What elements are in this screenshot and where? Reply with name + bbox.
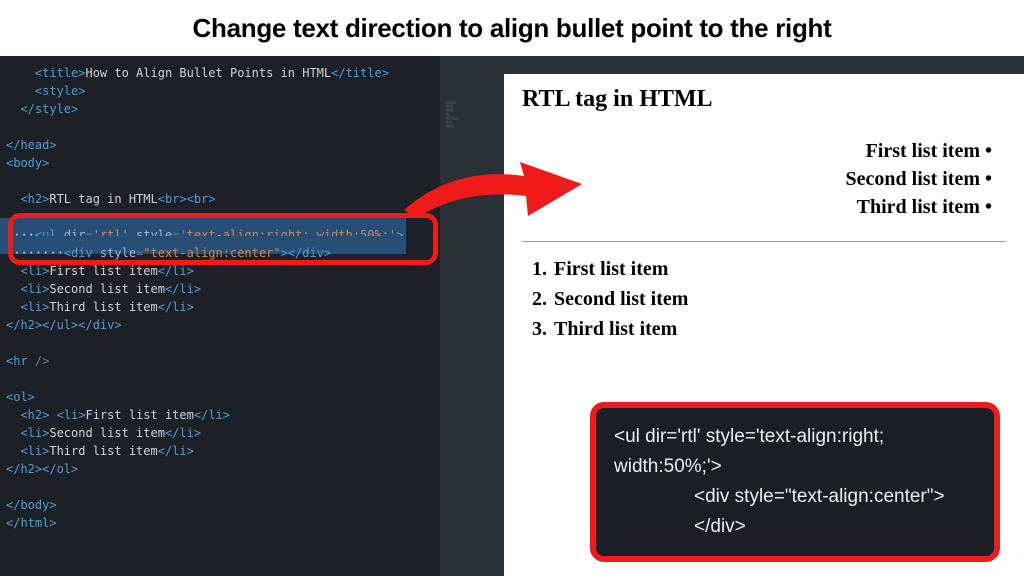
list-item-label: Second list item [554,288,688,310]
code-line: </h2></ol> [6,460,434,478]
code-line: <h2>RTL tag in HTML<br><br> [6,190,434,208]
code-callout: <ul dir='rtl' style='text-align:right; w… [590,402,1000,562]
code-line: <li>Third list item</li> [6,298,434,316]
code-line: <ol> [6,388,434,406]
code-line: <h2> <li>First list item</li> [6,406,434,424]
code-line: <li>Second list item</li> [6,424,434,442]
ordered-list: 1.First list item 2.Second list item 3.T… [532,254,1006,344]
list-item: Second list item [750,165,992,193]
code-line: </style> [6,100,434,118]
rtl-bullet-list: First list item Second list item Third l… [750,137,992,221]
code-line [6,370,434,388]
title-text: Change text direction to align bullet po… [193,13,832,44]
list-item: First list item [750,137,992,165]
code-line [6,118,434,136]
code-line: <style> [6,82,434,100]
callout-line: <ul dir='rtl' style='text-align:right; w… [614,422,976,482]
code-editor[interactable]: <title>How to Align Bullet Points in HTM… [0,56,440,576]
list-item-label: Third list item [554,318,677,340]
code-line: </body> [6,496,434,514]
doc-heading: RTL tag in HTML [522,86,1006,113]
code-line: ········<div style="text-align:center"><… [6,244,434,262]
list-item: Third list item [750,193,992,221]
horizontal-rule [522,241,1006,242]
preview-dark-sidebar: |||||||||| ||||||| |||||||| |||| |||||||… [440,74,504,576]
split-pane: <title>How to Align Bullet Points in HTM… [0,56,1024,576]
code-line [6,334,434,352]
list-item: 2.Second list item [532,284,1006,314]
code-line: </h2></ul></div> [6,316,434,334]
callout-line: <div style="text-align:center"></div> [614,482,976,542]
code-line [6,478,434,496]
browser-preview: |||||||||| ||||||| |||||||| |||| |||||||… [440,56,1024,576]
code-line: <hr /> [6,352,434,370]
code-line: <li>Second list item</li> [6,280,434,298]
code-line: <body> [6,154,434,172]
page-title: Change text direction to align bullet po… [0,0,1024,56]
list-item: 3.Third list item [532,314,1006,344]
code-line: <li>Third list item</li> [6,442,434,460]
list-item: 1.First list item [532,254,1006,284]
rendered-document: RTL tag in HTML First list item Second l… [504,74,1024,576]
code-line: <title>How to Align Bullet Points in HTM… [6,64,434,82]
code-line: </html> [6,514,434,532]
code-line [6,172,434,190]
code-line: </head> [6,136,434,154]
preview-topbar [440,56,1024,74]
list-item-label: First list item [554,258,668,280]
code-line: <li>First list item</li> [6,262,434,280]
minimap: |||||||||| ||||||| |||||||| |||| |||||||… [446,100,496,160]
